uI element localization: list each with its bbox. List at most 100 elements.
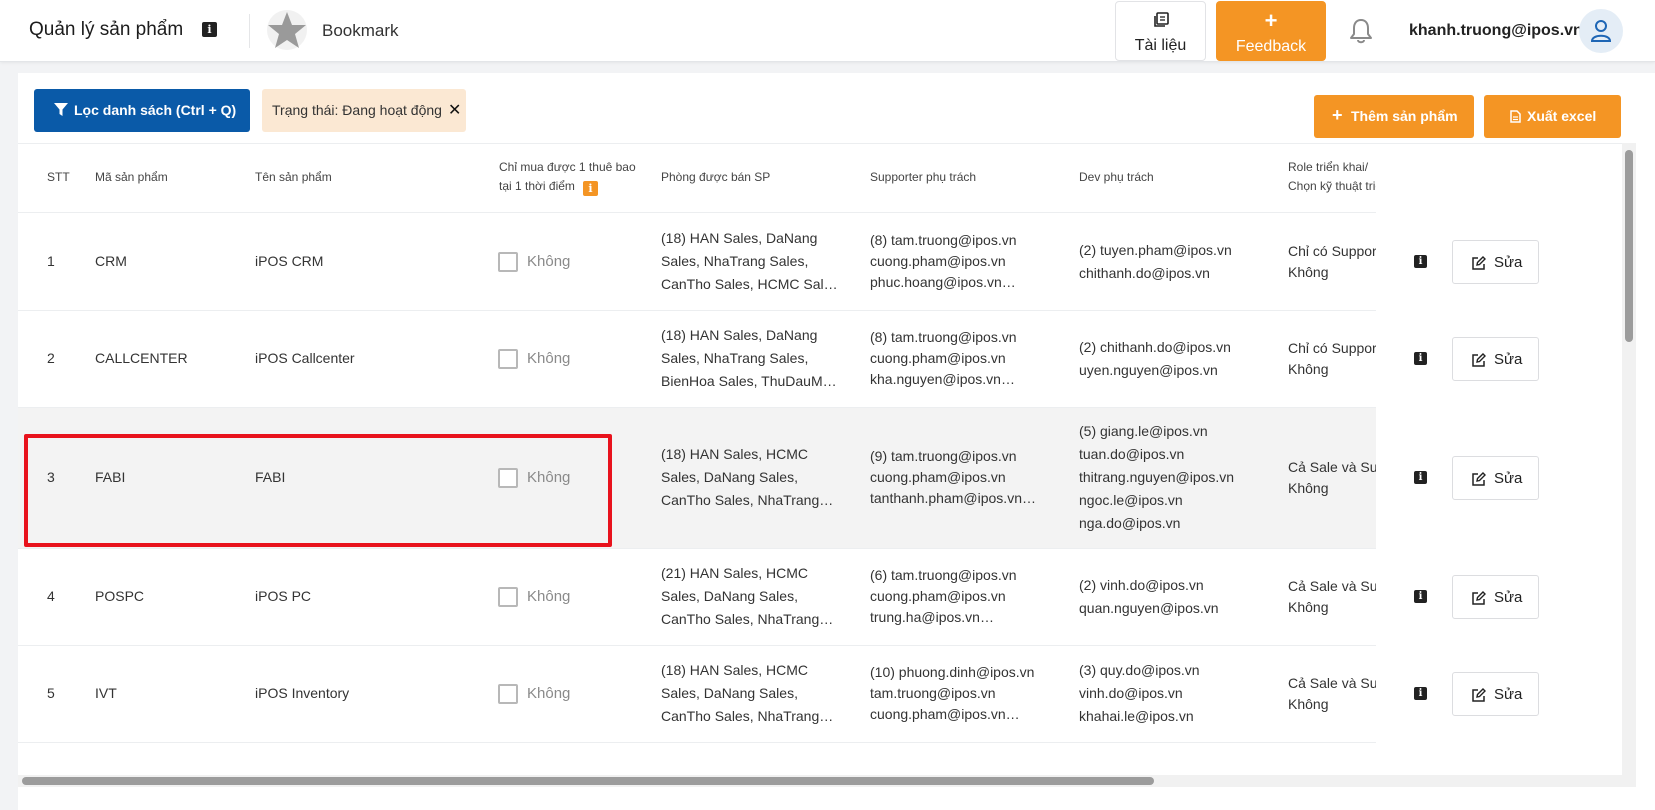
- row-rooms-line: (21) HAN Sales, HCMC: [661, 565, 809, 581]
- status-filter-chip: Trạng thái: Đang hoạt động ✕: [262, 89, 466, 132]
- row-rooms-line: Sales, DaNang Sales,: [661, 685, 798, 701]
- table-row: 3 FABI FABI Không (18) HAN Sales, HCMC Sales,…: [18, 408, 1622, 549]
- single-sub-checkbox[interactable]: [498, 468, 518, 488]
- row-rooms-line: Sales, DaNang Sales,: [661, 469, 798, 485]
- row-stt: 5: [47, 685, 55, 701]
- row-supporters-line: trung.ha@ipos.vn…: [870, 609, 994, 625]
- row-rooms: (21) HAN Sales, HCMC Sales, DaNang Sales,…: [661, 562, 839, 631]
- scroll-thumb[interactable]: [1625, 150, 1633, 342]
- row-devs-line: uyen.nguyen@ipos.vn: [1079, 362, 1218, 378]
- table-header: STT Mã sản phẩm Tên sản phẩm Chỉ mua đượ…: [18, 144, 1622, 213]
- filter-label: Lọc danh sách (Ctrl + Q): [74, 102, 237, 118]
- vertical-scrollbar[interactable]: [1622, 143, 1636, 787]
- single-sub-label: Không: [527, 350, 571, 367]
- single-sub-checkbox[interactable]: [498, 252, 518, 272]
- feedback-button[interactable]: + Feedback: [1216, 1, 1326, 61]
- edit-button[interactable]: Sửa: [1452, 575, 1539, 619]
- edit-icon: [1472, 591, 1486, 605]
- edit-button[interactable]: Sửa: [1452, 456, 1539, 500]
- row-name: iPOS CRM: [255, 253, 324, 269]
- page-title: Quản lý sản phẩm: [29, 19, 184, 40]
- close-icon[interactable]: ✕: [448, 100, 461, 120]
- row-supporters-line: tam.truong@ipos.vn: [870, 685, 996, 701]
- filter-list-button[interactable]: Lọc danh sách (Ctrl + Q): [34, 89, 250, 132]
- edit-button[interactable]: Sửa: [1452, 240, 1539, 284]
- info-icon[interactable]: i: [1414, 590, 1427, 603]
- avatar[interactable]: [1579, 9, 1623, 53]
- horizontal-scrollbar[interactable]: [18, 775, 1622, 787]
- add-product-button[interactable]: + Thêm sản phẩm: [1314, 95, 1474, 138]
- row-supporters: (6) tam.truong@ipos.vn cuong.pham@ipos.vn…: [870, 565, 1060, 628]
- table-row: 1 CRM iPOS CRM Không (18) HAN Sales, DaNang S…: [18, 214, 1622, 311]
- edit-button[interactable]: Sửa: [1452, 337, 1539, 381]
- bookmark-label[interactable]: Bookmark: [322, 21, 399, 41]
- row-code: CALLCENTER: [95, 350, 188, 366]
- single-sub-label: Không: [527, 588, 571, 605]
- row-devs-line: nga.do@ipos.vn: [1079, 515, 1181, 531]
- row-devs: (2) tuyen.pham@ipos.vn chithanh.do@ipos.v…: [1079, 239, 1269, 285]
- row-rooms-line: CanTho Sales, NhaTrang…: [661, 611, 834, 627]
- row-rooms-line: Sales, NhaTrang Sales,: [661, 350, 809, 366]
- top-header: Quản lý sản phẩm i Bookmark Tài liệu + F…: [0, 0, 1655, 62]
- row-code: IVT: [95, 685, 117, 701]
- single-sub-checkbox[interactable]: [498, 349, 518, 369]
- star-icon[interactable]: [265, 8, 309, 52]
- scroll-thumb[interactable]: [22, 777, 1154, 785]
- info-icon[interactable]: i: [1414, 352, 1427, 365]
- products-table: STT Mã sản phẩm Tên sản phẩm Chỉ mua đượ…: [18, 143, 1622, 773]
- edit-icon: [1472, 256, 1486, 270]
- user-email[interactable]: khanh.truong@ipos.vn: [1409, 22, 1583, 40]
- row-supporters-line: (10) phuong.dinh@ipos.vn: [870, 664, 1035, 680]
- filter-icon: [54, 103, 68, 116]
- info-icon[interactable]: i: [202, 22, 217, 37]
- header-single-sub: Chỉ mua được 1 thuê bao tại 1 thời điểm i: [499, 158, 636, 196]
- row-rooms: (18) HAN Sales, DaNang Sales, NhaTrang Sa…: [661, 227, 839, 296]
- feedback-label: Feedback: [1235, 38, 1307, 55]
- row-rooms-line: CanTho Sales, NhaTrang…: [661, 708, 834, 724]
- row-name: iPOS Callcenter: [255, 350, 355, 366]
- export-excel-button[interactable]: Xuất excel: [1484, 95, 1621, 138]
- row-devs-line: (5) giang.le@ipos.vn: [1079, 423, 1208, 439]
- single-sub-checkbox[interactable]: [498, 587, 518, 607]
- header-supporters: Supporter phụ trách: [870, 170, 977, 184]
- header-role: Role triển khai/ Chọn kỹ thuật triển kha…: [1288, 158, 1414, 196]
- row-rooms-line: CanTho Sales, HCMC Sale…: [661, 276, 839, 292]
- docs-button[interactable]: Tài liệu: [1115, 1, 1206, 61]
- single-sub-checkbox[interactable]: [498, 684, 518, 704]
- edit-label: Sửa: [1494, 686, 1523, 703]
- bell-icon[interactable]: [1348, 17, 1374, 45]
- user-icon: [1590, 20, 1612, 42]
- header-single-sub-text: tại 1 thời điểm: [499, 179, 575, 193]
- single-sub-label: Không: [527, 685, 571, 702]
- row-devs-line: ngoc.le@ipos.vn: [1079, 492, 1183, 508]
- row-rooms-line: (18) HAN Sales, DaNang: [661, 327, 818, 343]
- row-supporters: (9) tam.truong@ipos.vn cuong.pham@ipos.vn…: [870, 446, 1060, 509]
- info-icon[interactable]: i: [1414, 471, 1427, 484]
- single-sub-label: Không: [527, 469, 571, 486]
- export-excel-label: Xuất excel: [1527, 108, 1597, 124]
- edit-label: Sửa: [1494, 470, 1523, 487]
- row-devs-line: (3) quy.do@ipos.vn: [1079, 662, 1200, 678]
- info-icon[interactable]: i: [582, 181, 598, 196]
- row-rooms-line: (18) HAN Sales, DaNang: [661, 230, 818, 246]
- info-icon[interactable]: i: [1414, 255, 1427, 268]
- info-icon[interactable]: i: [1414, 687, 1427, 700]
- plus-icon: +: [1332, 105, 1343, 125]
- row-supporters-line: (8) tam.truong@ipos.vn: [870, 329, 1017, 345]
- row-stt: 3: [47, 469, 55, 485]
- row-code: CRM: [95, 253, 127, 269]
- row-devs-line: vinh.do@ipos.vn: [1079, 685, 1183, 701]
- add-product-label: Thêm sản phẩm: [1351, 108, 1458, 124]
- edit-icon: [1472, 353, 1486, 367]
- edit-button[interactable]: Sửa: [1452, 672, 1539, 716]
- row-name: iPOS Inventory: [255, 685, 350, 701]
- header-single-sub-line2: tại 1 thời điểm i: [499, 177, 636, 196]
- row-devs-line: quan.nguyen@ipos.vn: [1079, 600, 1219, 616]
- row-rooms: (18) HAN Sales, HCMC Sales, DaNang Sales,…: [661, 659, 839, 728]
- table-row: 5 IVT iPOS Inventory Không (18) HAN Sales, H…: [18, 646, 1622, 743]
- row-supporters-line: (6) tam.truong@ipos.vn: [870, 567, 1017, 583]
- row-devs: (3) quy.do@ipos.vn vinh.do@ipos.vn khahai.…: [1079, 659, 1269, 728]
- row-supporters: (10) phuong.dinh@ipos.vn tam.truong@ipos.…: [870, 662, 1060, 725]
- row-supporters-line: (9) tam.truong@ipos.vn: [870, 448, 1017, 464]
- table-row: 2 CALLCENTER iPOS Callcenter Không (18) HAN …: [18, 311, 1622, 408]
